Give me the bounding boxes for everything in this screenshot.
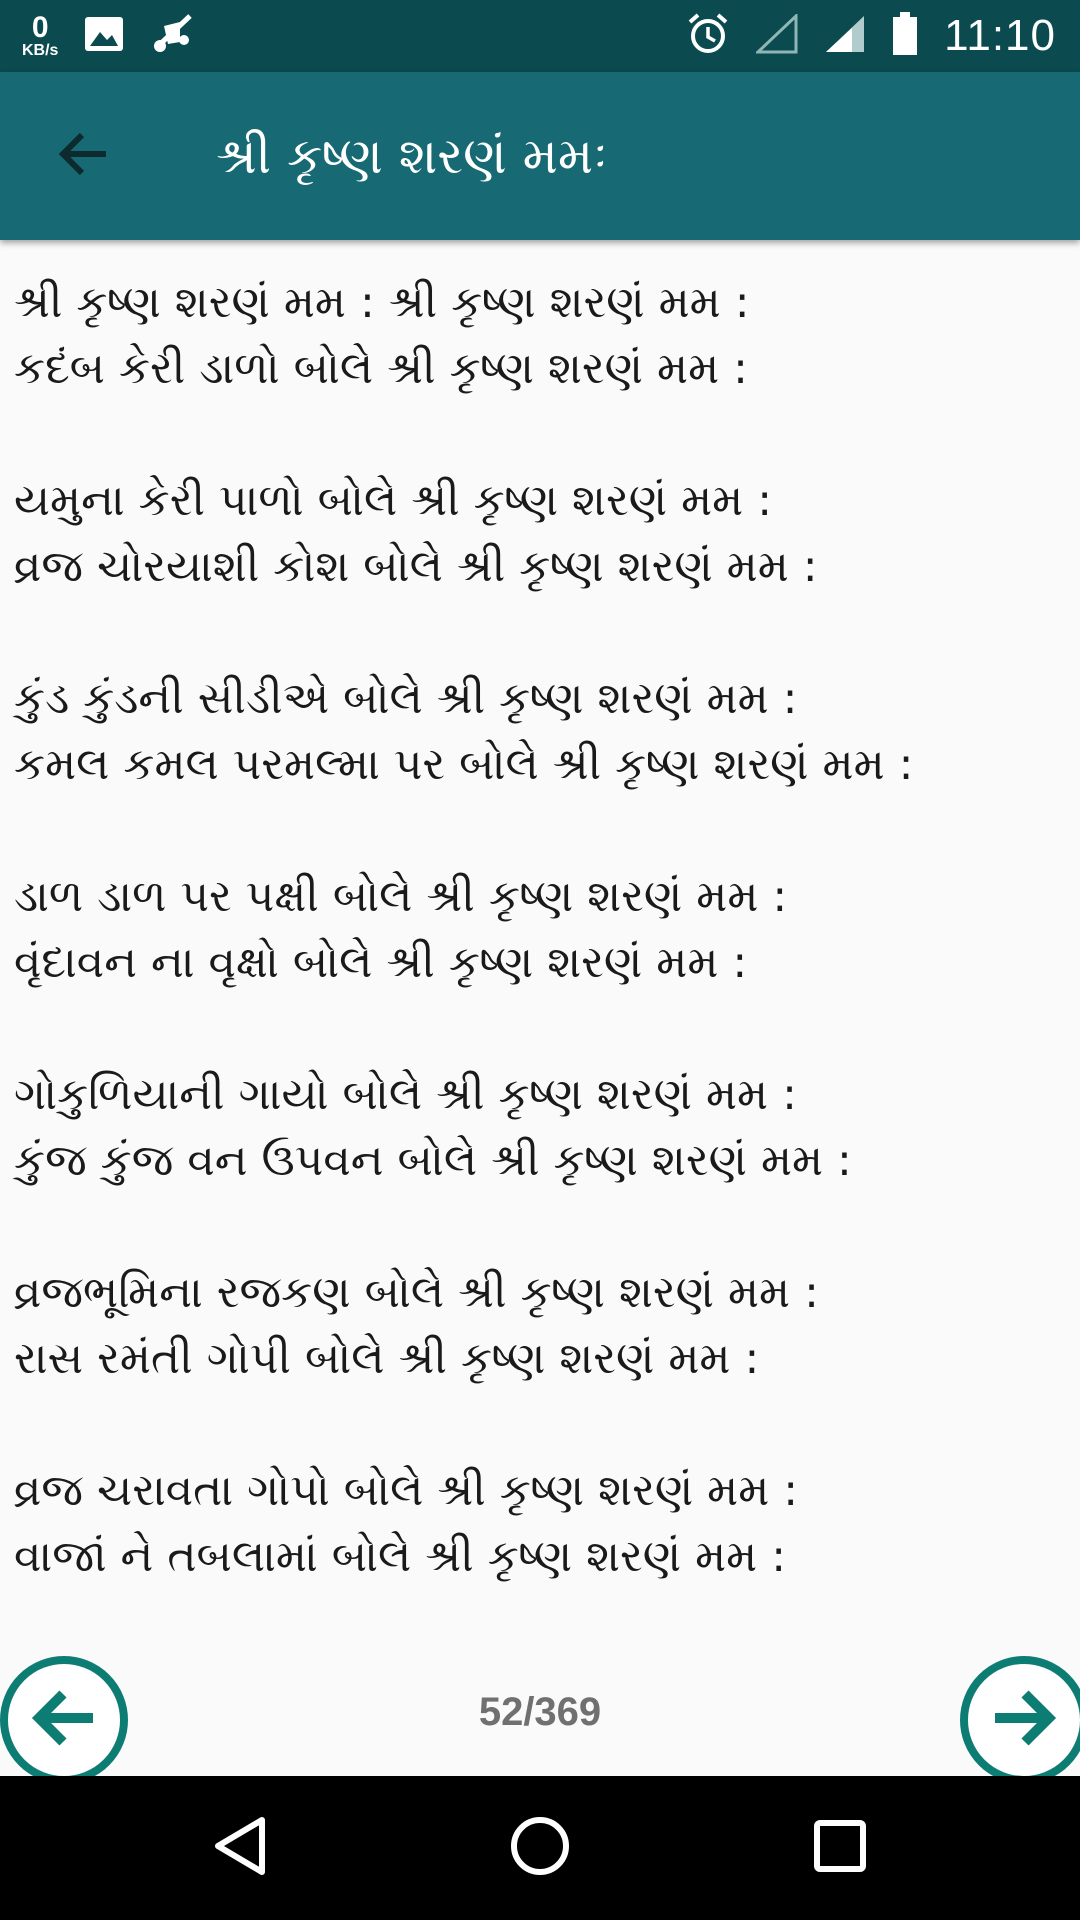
lyric-line: કમલ કમલ પરમલ્મા પર બોલે શ્રી કૃષ્ણ શરણં … [14,739,914,790]
lyric-line: ડાળ ડાળ પર પક્ષી બોલે શ્રી કૃષ્ણ શરણં મમ… [14,871,788,922]
lyric-line: રાસ રમંતી ગોપી બોલે શ્રી કૃષ્ણ શરણં મમ : [14,1333,760,1384]
lyric-line: કદંબ કેરી ડાળો બોલે શ્રી કૃષ્ણ શરણં મમ : [14,343,748,394]
system-home-button[interactable] [504,1812,576,1884]
back-button[interactable] [48,120,120,192]
app-bar: શ્રી કૃષ્ણ શરણં મમઃ [0,72,1080,240]
stanza-4: ડાળ ડાળ પર પક્ષી બોલે શ્રી કૃષ્ણ શરણં મમ… [14,864,1064,996]
lyric-line: શ્રી કૃષ્ણ શરણં મમ : શ્રી કૃષ્ણ શરણં મમ … [14,277,750,328]
lyric-line: કુંડ કુંડની સીડીએ બોલે શ્રી કૃષ્ણ શરણં મ… [14,673,798,724]
status-bar: 0 KB/s 11:10 [0,0,1080,72]
lyric-line: વાજાં ને તબલામાં બોલે શ્રી કૃષ્ણ શરણં મમ… [14,1531,787,1582]
recents-square-icon [812,1818,868,1878]
status-clock: 11:10 [944,11,1056,60]
alarm-icon [686,12,730,60]
signal-icon [824,14,866,58]
stanza-6: વ્રજભૂમિના રજકણ બોલે શ્રી કૃષ્ણ શરણં મમ … [14,1260,1064,1392]
stanza-2: યમુના કેરી પાળો બોલે શ્રી કૃષ્ણ શરણં મમ … [14,468,1064,600]
next-page-button[interactable] [960,1656,1080,1784]
network-speed-value: 0 [31,11,49,44]
lyric-line: યમુના કેરી પાળો બોલે શ્રી કૃષ્ણ શરણં મમ … [14,475,773,526]
stanza-3: કુંડ કુંડની સીડીએ બોલે શ્રી કૃષ્ણ શરણં મ… [14,666,1064,798]
lyric-line: કુંજ કુંજ વન ઉપવન બોલે શ્રી કૃષ્ણ શરણં મ… [14,1135,852,1186]
image-icon [84,16,124,56]
circle-arrow-right-icon [989,1688,1059,1752]
page-counter: 52/369 [478,1690,602,1734]
back-triangle-icon [210,1814,270,1882]
lyric-line: ગોકુળિયાની ગાયો બોલે શ્રી કૃષ્ણ શરણં મમ … [14,1069,797,1120]
lyric-line: વૃંદાવન ના વૃક્ષો બોલે શ્રી કૃષ્ણ શરણં મ… [14,937,748,988]
system-back-button[interactable] [204,1812,276,1884]
stanza-5: ગોકુળિયાની ગાયો બોલે શ્રી કૃષ્ણ શરણં મમ … [14,1062,1064,1194]
battery-icon [892,12,918,60]
system-recents-button[interactable] [804,1812,876,1884]
network-speed: 0 KB/s [22,13,58,59]
network-speed-unit: KB/s [22,42,59,59]
home-circle-icon [508,1814,572,1882]
status-right-group: 11:10 [686,0,1056,72]
signal-empty-icon [754,12,798,58]
stanza-1: શ્રી કૃષ્ણ શરણં મમ : શ્રી કૃષ્ણ શરણં મમ … [14,270,1064,402]
lyric-line: વ્રજ ચરાવતા ગોપો બોલે શ્રી કૃષ્ણ શરણં મમ… [14,1465,799,1516]
mute-icon [150,12,198,60]
stanza-7: વ્રજ ચરાવતા ગોપો બોલે શ્રી કૃષ્ણ શરણં મમ… [14,1458,1064,1590]
lyric-line: વ્રજ ચોરયાશી કોશ બોલે શ્રી કૃષ્ણ શરણં મમ… [14,541,818,592]
lyric-line: વ્રજભૂમિના રજકણ બોલે શ્રી કૃષ્ણ શરણં મમ … [14,1267,819,1318]
system-navigation-bar [0,1776,1080,1920]
arrow-left-icon [58,131,110,181]
lyrics-content: શ્રી કૃષ્ણ શરણં મમ : શ્રી કૃષ્ણ શરણં મમ … [14,270,1064,1656]
page-title: શ્રી કૃષ્ણ શરણં મમઃ [216,126,608,185]
status-left-group: 0 KB/s [22,0,198,72]
